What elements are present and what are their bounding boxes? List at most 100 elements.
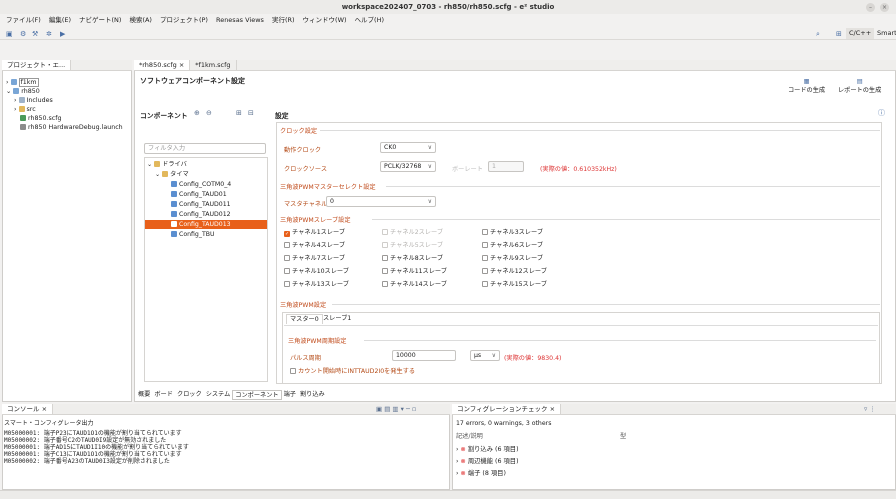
run-icon[interactable]: ▶ (60, 30, 65, 38)
baud-input[interactable]: 1 (488, 161, 524, 172)
tab-slave1[interactable]: スレーブ1 (320, 314, 354, 323)
filter-input[interactable]: フィルタ入力 (144, 143, 266, 154)
interrupt-checkbox[interactable]: カウント開始時にINTTAUD2I0を発生する (290, 368, 415, 376)
component-icon (171, 211, 177, 217)
folder-icon (162, 171, 169, 177)
check-item-peripheral[interactable]: › ⊗ 周辺機能 (6 項目) (456, 458, 519, 466)
clock-source-select[interactable]: PCLK/32768 (380, 161, 436, 172)
tab-console[interactable]: コンソール × (2, 404, 54, 414)
pulse-period-input[interactable]: 10000 (392, 350, 456, 361)
console-line: M05000002: 端子番号A23のTAUD0I3設定が削除されました (4, 458, 170, 465)
tree-timer[interactable]: ⌄ タイマ (155, 170, 275, 179)
remove-component-icon[interactable]: ⊖ (206, 109, 212, 117)
tab-master0[interactable]: マスター0 (286, 314, 323, 324)
slave-channel-14-checkbox[interactable]: チャネル14スレーブ (382, 281, 447, 289)
slave-channel-2-checkbox[interactable]: チャネル2スレーブ (382, 229, 443, 237)
settings-label: 設定 (275, 112, 289, 120)
period-unit-select[interactable]: μs (470, 350, 500, 361)
components-label: コンポーネント (140, 112, 188, 120)
tree-config-tbu[interactable]: Config_TBU (171, 230, 267, 239)
minimize-button[interactable]: – (866, 3, 875, 12)
slave-channel-9-checkbox[interactable]: チャネル9スレーブ (482, 255, 543, 263)
col-description: 記述/説明 (456, 433, 483, 440)
slave-channel-11-checkbox[interactable]: チャネル11スレーブ (382, 268, 447, 276)
close-button[interactable]: × (880, 3, 889, 12)
slave-channel-13-checkbox[interactable]: チャネル13スレーブ (284, 281, 349, 289)
tab-f1km-scfg[interactable]: *f1km.scfg (190, 60, 237, 70)
perspective-smart-configurator[interactable]: Smart Configurat (874, 28, 896, 39)
tree-config-taud012[interactable]: Config_TAUD012 (171, 210, 267, 219)
expand-all-icon[interactable]: ⊞ (236, 109, 242, 117)
bottom-tab-2[interactable]: クロック (175, 390, 204, 400)
add-component-icon[interactable]: ⊕ (194, 109, 200, 117)
perspective-cpp[interactable]: C/C++ (846, 28, 875, 39)
tab-project-explorer[interactable]: プロジェクト・エ... (2, 60, 72, 70)
section-divider (364, 340, 876, 341)
check-item-interrupts[interactable]: › ⊗ 割り込み (6 項目) (456, 446, 519, 454)
tree-item-f1km[interactable]: › f1km (6, 78, 39, 87)
tree-config-cotm0[interactable]: Config_COTM0_4 (171, 180, 267, 189)
check-item-pins[interactable]: › ⊗ 端子 (8 項目) (456, 470, 506, 478)
menu-search[interactable]: 検索(A) (129, 14, 152, 26)
search-icon[interactable]: ⌕ (816, 30, 820, 39)
tree-item-rh850[interactable]: ⌄ rh850 (6, 88, 40, 96)
slave-channel-8-checkbox[interactable]: チャネル8スレーブ (382, 255, 443, 263)
tree-config-taud013[interactable]: Config_TAUD013 (145, 220, 267, 229)
hammer-icon[interactable]: ⚒ (32, 30, 38, 38)
status-bar (0, 490, 896, 499)
tree-item-src[interactable]: › src (14, 106, 36, 114)
open-perspective-icon[interactable]: ⊞ (836, 30, 842, 38)
slave-channel-3-checkbox[interactable]: チャネル3スレーブ (482, 229, 543, 237)
bottom-tab-3[interactable]: システム (204, 390, 233, 400)
menu-help[interactable]: ヘルプ(H) (355, 14, 384, 26)
menu-project[interactable]: プロジェクト(P) (160, 14, 208, 26)
master-channel-select[interactable]: 0 (326, 196, 436, 207)
tree-config-taud011[interactable]: Config_TAUD011 (171, 200, 267, 209)
generate-report-button[interactable]: ▤ レポートの生成 (838, 78, 881, 94)
tree-item-scfg[interactable]: rh850.scfg (20, 115, 61, 123)
collapse-all-icon[interactable]: ⊟ (248, 109, 254, 117)
component-icon (171, 231, 177, 237)
config-check-tabbar: コンフィグレーションチェック × (452, 404, 896, 415)
filter-icon[interactable]: ▿ ⋮ (864, 405, 876, 413)
bottom-tab-1[interactable]: ボード (152, 390, 175, 400)
menu-navigate[interactable]: ナビゲート(N) (79, 14, 121, 26)
slave-channel-6-checkbox[interactable]: チャネル6スレーブ (482, 242, 543, 250)
build-icon[interactable]: ⚙ (20, 30, 26, 38)
slave-channel-10-checkbox[interactable]: チャネル10スレーブ (284, 268, 349, 276)
menu-renesas-views[interactable]: Renesas Views (216, 14, 264, 26)
menu-file[interactable]: ファイル(F) (6, 14, 41, 26)
bottom-tab-0[interactable]: 概要 (136, 390, 152, 400)
menu-window[interactable]: ウィンドウ(W) (303, 14, 347, 26)
tree-driver[interactable]: ⌄ ドライバ (147, 160, 267, 169)
tree-item-launch[interactable]: rh850 HardwareDebug.launch (20, 124, 123, 132)
tab-rh850-scfg[interactable]: *rh850.scfg × (134, 60, 191, 70)
project-icon (10, 79, 17, 85)
slave-channel-1-checkbox[interactable]: ✓ チャネル1スレーブ (284, 229, 345, 237)
slave-channel-15-checkbox[interactable]: チャネル15スレーブ (482, 281, 547, 289)
slave-channel-5-checkbox[interactable]: チャネル5スレーブ (382, 242, 443, 250)
tree-config-taud01[interactable]: Config_TAUD01 (171, 190, 267, 199)
slave-channel-4-checkbox[interactable]: チャネル4スレーブ (284, 242, 345, 250)
op-clock-label: 動作クロック (284, 147, 322, 154)
tree-item-includes[interactable]: › Includes (14, 97, 53, 105)
generate-code-button[interactable]: ▦ コードの生成 (788, 78, 825, 94)
menu-edit[interactable]: 編集(E) (49, 14, 71, 26)
slave-channel-7-checkbox[interactable]: チャネル7スレーブ (284, 255, 345, 263)
save-icon[interactable]: ▣ (6, 30, 13, 38)
debug-icon[interactable]: ✲ (46, 30, 52, 38)
clock-actual-value: (実際の値：0.610352kHz) (540, 166, 617, 173)
bottom-tab-4[interactable]: コンポーネント (232, 390, 282, 400)
menu-bar: ファイル(F) 編集(E) ナビゲート(N) 検索(A) プロジェクト(P) R… (0, 14, 896, 26)
tab-config-check[interactable]: コンフィグレーションチェック × (452, 404, 562, 414)
bottom-tab-5[interactable]: 端子 (282, 390, 298, 400)
console-title: スマート・コンフィグレータ出力 (4, 420, 94, 427)
slave-channel-12-checkbox[interactable]: チャネル12スレーブ (482, 268, 547, 276)
menu-run[interactable]: 実行(R) (272, 14, 295, 26)
console-toolbar-icons[interactable]: ▣ ▤ ▥ ▾ ─ ▫ (376, 405, 416, 413)
op-clock-select[interactable]: CK0 (380, 142, 436, 153)
component-tree: ⌄ ドライバ ⌄ タイマ Config_COTM0_4 Config_TAUD0… (144, 157, 268, 382)
info-icon[interactable]: ⓘ (878, 108, 885, 118)
console-line: M05000002: 端子番号C2のTAUD0I9設定が無効されました (4, 437, 167, 444)
bottom-tab-6[interactable]: 割り込み (298, 390, 327, 400)
